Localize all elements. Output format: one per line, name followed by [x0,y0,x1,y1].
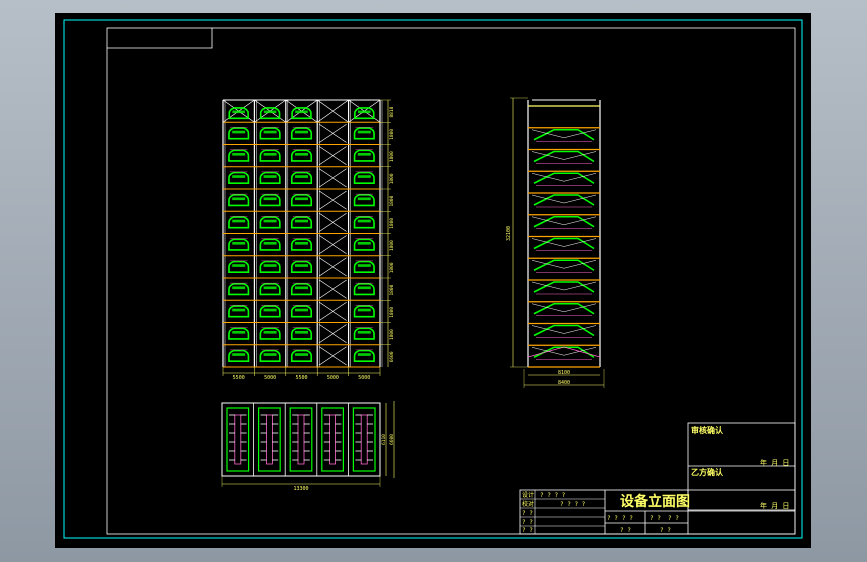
level-dim-label: 1800 [389,240,395,251]
row-label-4: ? ? [522,519,533,526]
row-value-2: ? ? ? ? [560,501,586,508]
row-label-5: ? ? [522,527,533,534]
level-dim-label: 1800 [389,284,395,295]
level-dim-label: 1800 [389,307,395,318]
level-dim-label: 1800 [389,329,395,340]
approval-date-b: 年 月 日 [760,501,789,510]
sheet-value: ? ? [668,515,679,522]
scale-value: ? ? [622,515,633,522]
bay-dim-label: 5500 [295,375,307,381]
inner-width-dim-label: 8100 [558,370,570,376]
level-dim-label: 1800 [389,262,395,273]
scale-label: ? ? [607,515,618,522]
bay-dim-label: 5500 [233,375,245,381]
outer-width-dim-label: 8400 [558,380,570,386]
level-dim-label: 1800 [389,218,395,229]
bay-dim-label: 5000 [264,375,276,381]
approval-date-a: 年 月 日 [760,458,789,467]
plan-width-dim-label: 13300 [293,486,308,492]
height-dim-label: 32100 [506,226,512,241]
bay-dim-label: 5000 [358,375,370,381]
row-label-1: 设计 [522,491,534,499]
level-dim-label: 8818 [389,106,395,117]
approval-label-a: 审核确认 [691,425,724,435]
level-dim-label: 1800 [389,195,395,206]
level-dim-label: 1800 [389,129,395,140]
row-value-1: ? ? ? ? [540,492,566,499]
level-dim-label: 1800 [389,151,395,162]
sheet-label: ? ? [650,515,661,522]
row-label-3: ? ? [522,510,533,517]
row-value-3: ? ? [620,527,631,534]
cad-viewport[interactable]: 5500 5000 5500 5000 5000 8818 1800 1800 1800 1800… [0,0,867,562]
level-dim-label: 6600 [389,351,395,362]
row-value-4: ? ? [660,527,671,534]
plan-depth-dim-label: 6600 [389,434,395,445]
level-dim-label: 1800 [389,173,395,184]
plan-depth-dim-label: 6110 [381,434,387,445]
bay-dim-label: 5000 [327,375,339,381]
approval-label-b: 乙方确认 [691,467,724,477]
row-label-2: 校对 [522,500,534,508]
drawing-title: 设备立面图 [620,493,690,510]
